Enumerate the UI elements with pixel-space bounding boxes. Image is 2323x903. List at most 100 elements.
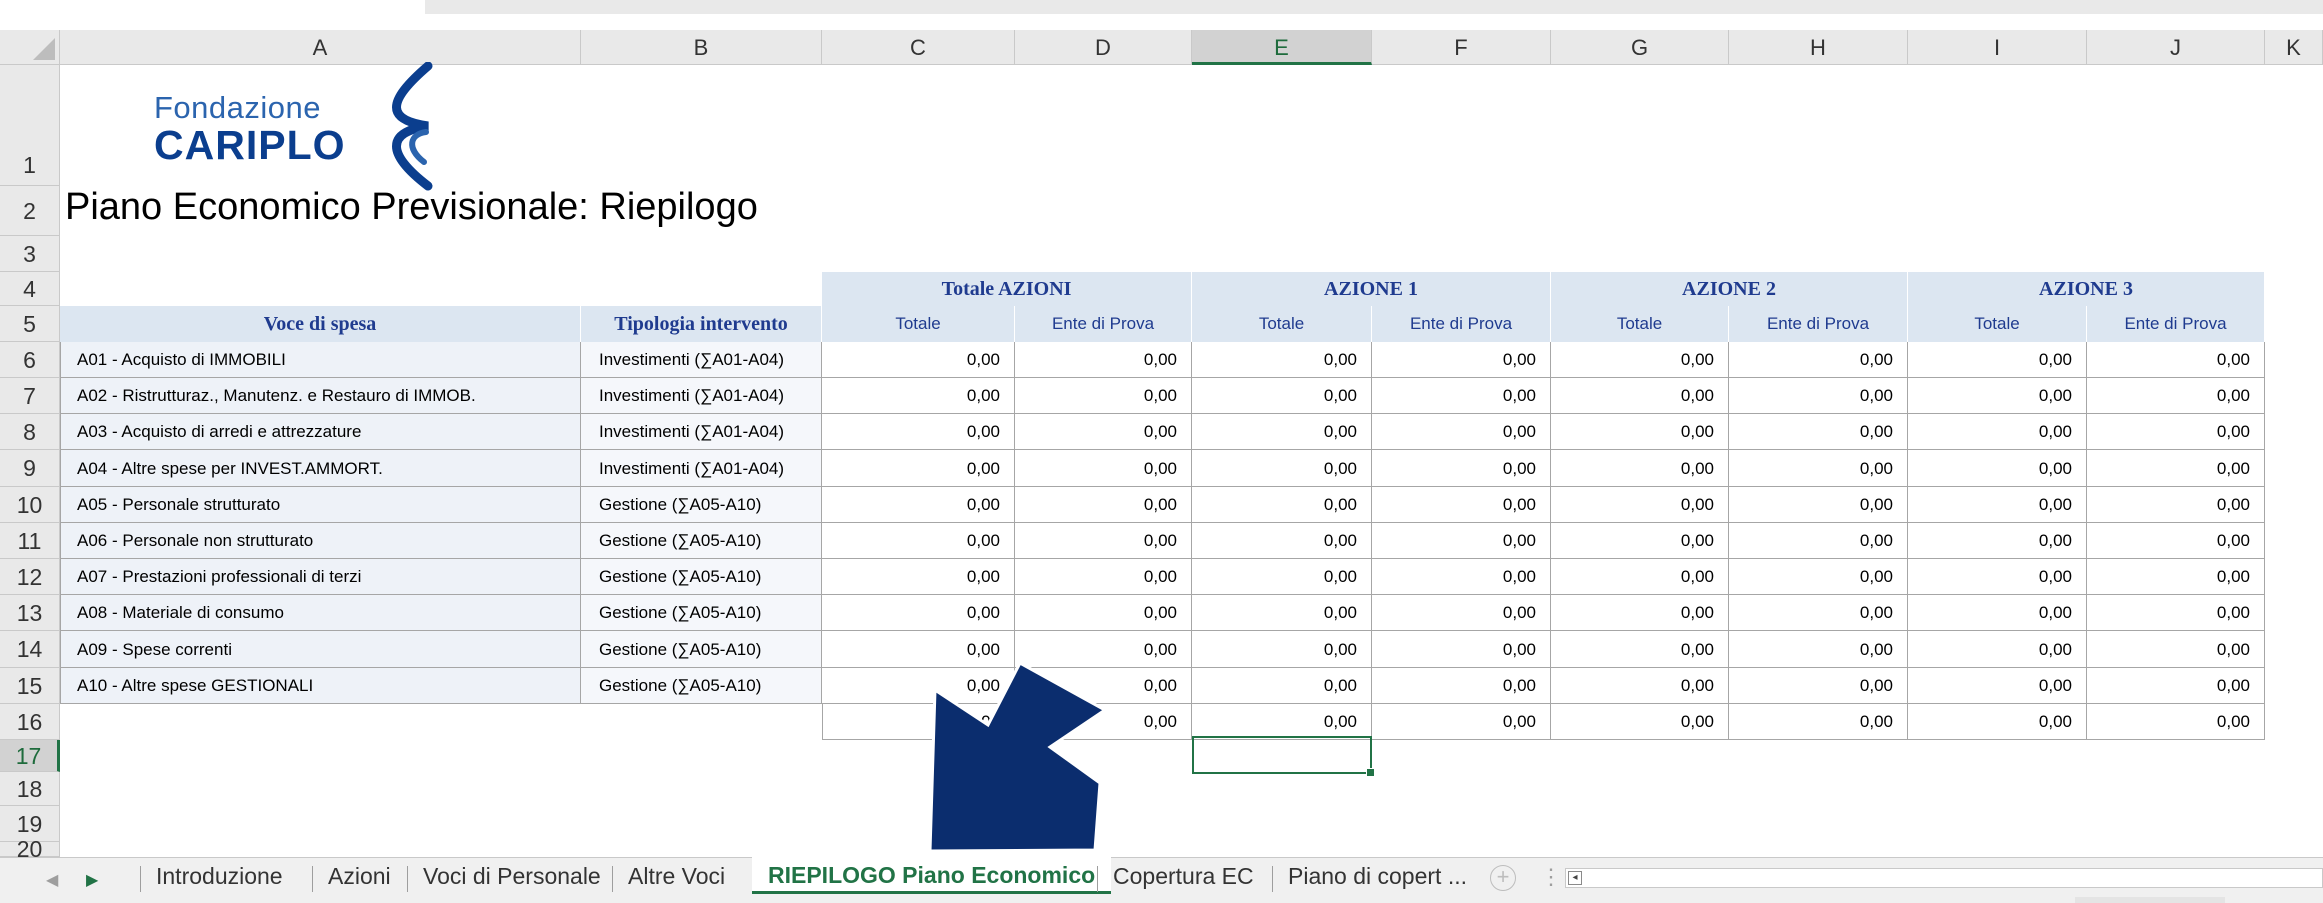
value-cell[interactable]: 0,00	[1015, 559, 1192, 595]
row-header-5[interactable]: 5	[0, 306, 60, 342]
row-header-4[interactable]: 4	[0, 272, 60, 306]
row-header-3[interactable]: 3	[0, 236, 60, 272]
value-cell[interactable]: 0,00	[1015, 414, 1192, 450]
value-cell[interactable]: 0,00	[1015, 378, 1192, 414]
value-cell[interactable]: 0,00	[2087, 450, 2265, 487]
value-cell[interactable]: 0,00	[822, 559, 1015, 595]
value-cell[interactable]: 0,00	[1551, 378, 1729, 414]
value-cell[interactable]: 0,00	[1192, 668, 1372, 704]
value-cell[interactable]: 0,00	[1015, 487, 1192, 523]
voce-cell[interactable]: A10 - Altre spese GESTIONALI	[60, 668, 581, 704]
voce-cell[interactable]: A09 - Spese correnti	[60, 631, 581, 668]
value-cell[interactable]: 0,00	[822, 595, 1015, 631]
value-cell[interactable]: 0,00	[1729, 523, 1908, 559]
value-cell[interactable]: 0,00	[2087, 523, 2265, 559]
value-cell[interactable]: 0,00	[1372, 595, 1551, 631]
total-cell[interactable]: 0,00	[2087, 704, 2265, 740]
row-header-7[interactable]: 7	[0, 378, 60, 414]
select-all-corner[interactable]	[0, 30, 60, 65]
value-cell[interactable]: 0,00	[1729, 595, 1908, 631]
row-header-10[interactable]: 10	[0, 487, 60, 523]
value-cell[interactable]: 0,00	[1551, 595, 1729, 631]
row-header-17[interactable]: 17	[0, 740, 60, 772]
column-header-h[interactable]: H	[1729, 30, 1908, 65]
value-cell[interactable]: 0,00	[1192, 595, 1372, 631]
row-header-9[interactable]: 9	[0, 450, 60, 487]
row-header-8[interactable]: 8	[0, 414, 60, 450]
value-cell[interactable]: 0,00	[1192, 559, 1372, 595]
total-cell[interactable]: 0,00	[1372, 704, 1551, 740]
tipologia-cell[interactable]: Gestione (∑A05-A10)	[581, 559, 822, 595]
value-cell[interactable]: 0,00	[1551, 523, 1729, 559]
row-header-2[interactable]: 2	[0, 186, 60, 236]
scrollbar-thumb[interactable]	[1590, 871, 2070, 885]
row-header-13[interactable]: 13	[0, 595, 60, 631]
row-header-14[interactable]: 14	[0, 631, 60, 668]
tab-introduzione[interactable]: Introduzione	[156, 858, 283, 894]
value-cell[interactable]: 0,00	[1908, 342, 2087, 378]
value-cell[interactable]: 0,00	[1551, 559, 1729, 595]
value-cell[interactable]: 0,00	[2087, 668, 2265, 704]
tipologia-cell[interactable]: Investimenti (∑A01-A04)	[581, 450, 822, 487]
value-cell[interactable]: 0,00	[1192, 487, 1372, 523]
tipologia-cell[interactable]: Gestione (∑A05-A10)	[581, 595, 822, 631]
total-cell[interactable]: 0,00	[1908, 704, 2087, 740]
value-cell[interactable]: 0,00	[1192, 450, 1372, 487]
value-cell[interactable]: 0,00	[1908, 595, 2087, 631]
column-header-c[interactable]: C	[822, 30, 1015, 65]
row-header-6[interactable]: 6	[0, 342, 60, 378]
value-cell[interactable]: 0,00	[2087, 342, 2265, 378]
value-cell[interactable]: 0,00	[1192, 631, 1372, 668]
value-cell[interactable]: 0,00	[1908, 631, 2087, 668]
row-header-15[interactable]: 15	[0, 668, 60, 704]
voce-cell[interactable]: A07 - Prestazioni professionali di terzi	[60, 559, 581, 595]
value-cell[interactable]: 0,00	[1551, 342, 1729, 378]
value-cell[interactable]: 0,00	[1372, 342, 1551, 378]
value-cell[interactable]: 0,00	[1729, 414, 1908, 450]
voce-cell[interactable]: A01 - Acquisto di IMMOBILI	[60, 342, 581, 378]
tab-altre-voci[interactable]: Altre Voci	[628, 858, 725, 894]
tipologia-cell[interactable]: Gestione (∑A05-A10)	[581, 523, 822, 559]
value-cell[interactable]: 0,00	[1908, 378, 2087, 414]
tipologia-cell[interactable]: Gestione (∑A05-A10)	[581, 487, 822, 523]
voce-cell[interactable]: A02 - Ristrutturaz., Manutenz. e Restaur…	[60, 378, 581, 414]
column-header-b[interactable]: B	[581, 30, 822, 65]
value-cell[interactable]: 0,00	[1372, 414, 1551, 450]
tipologia-cell[interactable]: Gestione (∑A05-A10)	[581, 631, 822, 668]
value-cell[interactable]: 0,00	[1372, 559, 1551, 595]
value-cell[interactable]: 0,00	[1372, 450, 1551, 487]
value-cell[interactable]: 0,00	[1729, 631, 1908, 668]
value-cell[interactable]: 0,00	[822, 378, 1015, 414]
value-cell[interactable]: 0,00	[1729, 668, 1908, 704]
value-cell[interactable]: 0,00	[2087, 631, 2265, 668]
row-header-12[interactable]: 12	[0, 559, 60, 595]
row-header-11[interactable]: 11	[0, 523, 60, 559]
value-cell[interactable]: 0,00	[1015, 595, 1192, 631]
value-cell[interactable]: 0,00	[2087, 595, 2265, 631]
value-cell[interactable]: 0,00	[822, 523, 1015, 559]
column-header-k[interactable]: K	[2265, 30, 2323, 65]
value-cell[interactable]: 0,00	[822, 450, 1015, 487]
value-cell[interactable]: 0,00	[2087, 378, 2265, 414]
value-cell[interactable]: 0,00	[1551, 450, 1729, 487]
selected-cell-e17[interactable]	[1192, 736, 1375, 777]
value-cell[interactable]: 0,00	[1729, 342, 1908, 378]
value-cell[interactable]: 0,00	[1908, 559, 2087, 595]
value-cell[interactable]: 0,00	[1551, 631, 1729, 668]
total-cell[interactable]: 0,00	[1192, 704, 1372, 740]
tipologia-cell[interactable]: Gestione (∑A05-A10)	[581, 668, 822, 704]
voce-cell[interactable]: A04 - Altre spese per INVEST.AMMORT.	[60, 450, 581, 487]
value-cell[interactable]: 0,00	[822, 414, 1015, 450]
value-cell[interactable]: 0,00	[1908, 523, 2087, 559]
value-cell[interactable]: 0,00	[1729, 450, 1908, 487]
tipologia-cell[interactable]: Investimenti (∑A01-A04)	[581, 378, 822, 414]
value-cell[interactable]: 0,00	[1908, 668, 2087, 704]
value-cell[interactable]: 0,00	[1372, 631, 1551, 668]
value-cell[interactable]: 0,00	[1015, 450, 1192, 487]
voce-cell[interactable]: A03 - Acquisto di arredi e attrezzature	[60, 414, 581, 450]
value-cell[interactable]: 0,00	[2087, 414, 2265, 450]
column-header-i[interactable]: I	[1908, 30, 2087, 65]
value-cell[interactable]: 0,00	[2087, 559, 2265, 595]
value-cell[interactable]: 0,00	[1908, 450, 2087, 487]
tipologia-cell[interactable]: Investimenti (∑A01-A04)	[581, 342, 822, 378]
